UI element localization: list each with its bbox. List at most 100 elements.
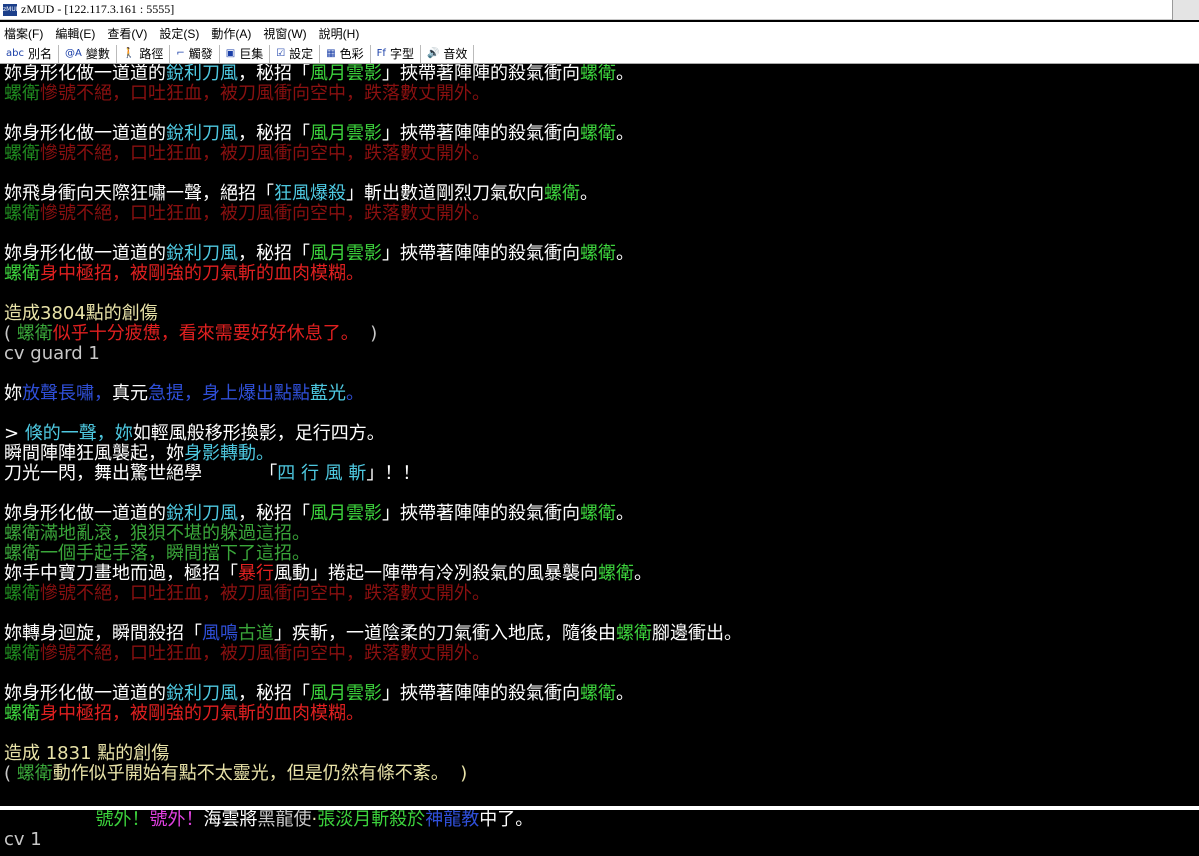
text-span: 張淡月斬殺於 <box>317 810 426 830</box>
terminal-line: 妳身形化做一道道的銳利刀風，秘招「風月雲影」挾帶著陣陣的殺氣衝向螺衛。 <box>0 684 1199 704</box>
text-span: 妳飛身衝向天際狂嘯一聲，絕招「 <box>4 183 274 204</box>
text-span: 海雲將 <box>203 810 258 830</box>
settings-button[interactable]: ☑ 設定 <box>270 44 321 63</box>
text-span: 。 <box>580 183 598 204</box>
triggers-button[interactable]: ⌐ 觸發 <box>170 44 220 63</box>
macros-button[interactable]: ▣ 巨集 <box>220 44 271 63</box>
text-span: 四 行 風 斬 <box>277 463 367 484</box>
text-span: 螺衛一個手起手落，瞬間擋下了這招。 <box>4 543 310 564</box>
menu-item-6[interactable]: 說明(H) <box>319 25 360 42</box>
terminal-line: 螺衛滿地亂滾，狼狽不堪的躲過這招。 <box>0 524 1199 544</box>
terminal-line: 妳手中寶刀畫地而過，極招「暴行風動」捲起一陣帶有冷冽殺氣的風暴襲向螺衛。 <box>0 564 1199 584</box>
text-span: 黑龍使 <box>257 810 312 830</box>
toolbar: abc 別名 @A 變數 🚶 路徑 ⌐ 觸發 ▣ 巨集 ☑ 設定 ▦ 色彩 Ff 字型 🔊 音效 <box>0 44 1199 64</box>
terminal-line: cv guard 1 <box>0 344 1199 364</box>
text-span: 風動」捲起一陣帶有冷冽殺氣的風暴襲向 <box>274 563 598 584</box>
text-span: ，秘招「 <box>238 683 310 704</box>
text-span: 。 <box>616 64 634 84</box>
text-span: 螺衛 <box>580 243 616 264</box>
text-span: 螺衛 <box>16 763 53 784</box>
colors-button[interactable]: ▦ 色彩 <box>320 44 371 63</box>
text-span: 慘號不絕，口吐狂血，被刀風衝向空中，跌落數丈開外。 <box>40 583 490 604</box>
text-span: > <box>4 423 25 444</box>
menu-item-1[interactable]: 編輯(E) <box>55 25 95 42</box>
text-span: ，秘招「 <box>238 503 310 524</box>
walker-icon: 🚶 <box>122 48 136 59</box>
terminal-line: 刀光一閃，舞出驚世絕學 「四 行 風 斬」！！ <box>0 464 1199 484</box>
text-span: cv guard 1 <box>4 343 100 364</box>
text-span: 慘號不絕，口吐狂血，被刀風衝向空中，跌落數丈開外。 <box>40 83 490 104</box>
sounds-button[interactable]: 🔊 音效 <box>421 44 475 63</box>
text-span: 號外！ <box>95 810 150 830</box>
menu-item-0[interactable]: 檔案(F) <box>4 25 43 42</box>
text-span: 」挾帶著陣陣的殺氣衝向 <box>382 503 580 524</box>
text-span: 妳 <box>4 383 22 404</box>
text-span: 慘號不絕，口吐狂血，被刀風衝向空中，跌落數丈開外。 <box>40 643 490 664</box>
terminal-line: 螺衛慘號不絕，口吐狂血，被刀風衝向空中，跌落數丈開外。 <box>0 644 1199 664</box>
terminal-line: 妳飛身衝向天際狂嘯一聲，絕招「狂風爆殺」斬出數道剛烈刀氣砍向螺衛。 <box>0 184 1199 204</box>
alias-button[interactable]: abc 別名 <box>0 44 59 63</box>
text-span: ( <box>4 763 17 784</box>
zmud-app-icon[interactable]: zMUD <box>3 3 17 16</box>
text-span: 螺衛 <box>580 683 616 704</box>
text-span: ) <box>358 323 378 344</box>
text-span: 慘號不絕，口吐狂血，被刀風衝向空中，跌落數丈開外。 <box>40 143 490 164</box>
text-span: 螺衛 <box>544 183 580 204</box>
text-span: 。 <box>616 503 634 524</box>
text-span: 。 <box>616 123 634 144</box>
title-bar: zMUD zMUD - [122.117.3.161 : 5555] <box>0 0 1199 20</box>
terminal-line: 妳身形化做一道道的銳利刀風，秘招「風月雲影」挾帶著陣陣的殺氣衝向螺衛。 <box>0 504 1199 524</box>
terminal-line: 螺衛慘號不絕，口吐狂血，被刀風衝向空中，跌落數丈開外。 <box>0 84 1199 104</box>
text-span: 風月雲影 <box>310 243 382 264</box>
text-span: 螺衛 <box>4 83 40 104</box>
terminal-line: 螺衛慘號不絕，口吐狂血，被刀風衝向空中，跌落數丈開外。 <box>0 204 1199 224</box>
text-span: 造成3804點的創傷 <box>4 303 158 324</box>
text-span: 。 <box>616 243 634 264</box>
text-span: 」！！ <box>366 463 421 484</box>
text-span: 造成 1831 點的創傷 <box>4 743 170 764</box>
status-window[interactable]: 號外！號外！海雲將黑龍使·張淡月斬殺於神龍教中了。 cv 1 <box>0 810 1199 856</box>
text-span: 風鳴 <box>202 623 238 644</box>
menu-item-3[interactable]: 設定(S) <box>159 25 199 42</box>
text-span: ，秘招「 <box>238 123 310 144</box>
text-span: 暴行 <box>238 563 274 584</box>
status-line: cv 1 <box>0 830 1199 850</box>
window-controls[interactable] <box>1172 0 1199 20</box>
text-span: 」挾帶著陣陣的殺氣衝向 <box>382 64 580 84</box>
text-span: 瞬間陣陣狂風襲起，妳 <box>4 443 184 464</box>
abc-icon: abc <box>6 48 24 59</box>
text-span: 動作似乎開始有點不太靈光，但是仍然有條不紊。 ) <box>52 763 468 784</box>
text-span: 急提，身上爆出點點 <box>148 383 310 404</box>
status-line: 號外！號外！海雲將黑龍使·張淡月斬殺於神龍教中了。 <box>0 810 1199 830</box>
text-span: 妳身形化做一道道的 <box>4 243 166 264</box>
checkbox-icon: ☑ <box>276 48 286 59</box>
text-span: 身中極招，被剛強的刀氣斬的血肉模糊。 <box>40 703 364 724</box>
text-span: 。 <box>346 383 364 404</box>
text-span: 中了。 <box>479 810 534 830</box>
menu-item-4[interactable]: 動作(A) <box>211 25 251 42</box>
text-span: 風月雲影 <box>310 64 382 84</box>
text-span: 」挾帶著陣陣的殺氣衝向 <box>382 243 580 264</box>
text-span: 螺衛 <box>580 64 616 84</box>
menu-item-2[interactable]: 查看(V) <box>107 25 147 42</box>
mud-output-terminal[interactable]: 妳身形化做一道道的銳利刀風，秘招「風月雲影」挾帶著陣陣的殺氣衝向螺衛。 螺衛慘號不… <box>0 64 1199 805</box>
text-span: 螺衛 <box>616 623 652 644</box>
terminal-line: 瞬間陣陣狂風襲起，妳身影轉動。 <box>0 444 1199 464</box>
variables-button[interactable]: @A 變數 <box>59 44 117 63</box>
paths-button[interactable]: 🚶 路徑 <box>117 44 171 63</box>
text-span: 銳利刀風 <box>166 683 238 704</box>
text-span: 」挾帶著陣陣的殺氣衝向 <box>382 683 580 704</box>
text-span: 腳邊衝出。 <box>652 623 742 644</box>
text-span: 螺衛 <box>4 263 40 284</box>
terminal-line: 造成 1831 點的創傷 <box>0 744 1199 764</box>
terminal-line: 妳身形化做一道道的銳利刀風，秘招「風月雲影」挾帶著陣陣的殺氣衝向螺衛。 <box>0 124 1199 144</box>
toolbar-label: 巨集 <box>239 47 264 61</box>
fonts-button[interactable]: Ff 字型 <box>371 44 421 63</box>
terminal-line: 妳轉身迴旋，瞬間殺招「風鳴古道」疾斬，一道陰柔的刀氣衝入地底，隨後由螺衛腳邊衝出… <box>0 624 1199 644</box>
speaker-icon: 🔊 <box>426 48 440 59</box>
toolbar-label: 設定 <box>289 47 314 61</box>
menu-item-5[interactable]: 視窗(W) <box>263 25 306 42</box>
text-span: 似乎十分疲憊，看來需要好好休息了。 <box>52 323 359 344</box>
